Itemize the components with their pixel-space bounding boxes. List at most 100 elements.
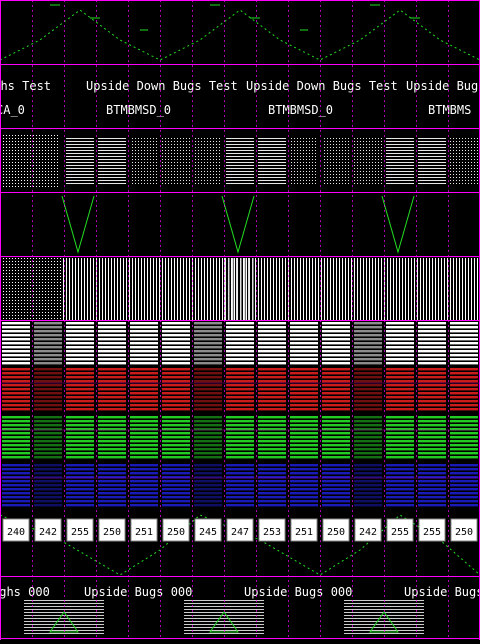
fine-pattern-block [450,136,478,186]
color-bar-cell-green [162,416,190,459]
label-band: ughs Test Upside Down Bugs Test Upside Dow… [0,66,480,128]
fine-pattern-block [290,136,318,186]
color-bar-cell-green [386,416,414,459]
value-box: 242 [354,518,382,542]
fine-pattern-block [194,136,222,186]
v-lines-band [0,194,480,256]
bottom-test-label: Upside Bugs [404,585,480,599]
color-bar-cell-green [418,416,446,459]
dot-grid-block [0,134,60,188]
color-bar-cell-white [354,322,382,365]
test-label-top: ughs Test [0,79,51,93]
test-label-code: BTMBMSD_0 [106,103,171,117]
color-bar-cell-white [386,322,414,365]
bottom-band: ughs 000 Upside Bugs 000 Upside Bugs 000 Up… [0,578,480,640]
test-label-top: Upside Down Bugs Test [86,79,238,93]
color-bar-cell-green [34,416,62,459]
value-box: 255 [418,518,446,542]
color-bar-cell-white [226,322,254,365]
value-box-label: 250 [167,527,185,538]
color-bar-cell-green [66,416,94,459]
value-box: 250 [98,518,126,542]
test-pattern-screen: ughs Test Upside Down Bugs Test Upside Dow… [0,0,480,640]
color-bar-cell-blue [2,464,30,507]
color-bar-cell-green [290,416,318,459]
fine-pattern-block [386,136,414,186]
value-box: 240 [2,518,30,542]
color-bar-cell-blue [418,464,446,507]
value-box-label: 255 [391,527,409,538]
fine-pattern-block [98,136,126,186]
value-box: 250 [162,518,190,542]
value-box-label: 240 [7,527,25,538]
color-bar-cell-white [322,322,350,365]
color-bar-cell-red [34,368,62,411]
color-bar-cell-red [66,368,94,411]
color-bar-cell-blue [34,464,62,507]
fine-pattern-block [130,136,158,186]
bottom-test-label: ughs 000 [0,585,50,599]
color-bar-cell-red [98,368,126,411]
color-bar-cell-green [194,416,222,459]
color-bar-cell-red [322,368,350,411]
test-label-code: BTMBMS [428,103,471,117]
color-bar-cell-red [162,368,190,411]
color-bar-cell-blue [130,464,158,507]
color-bar-cell-red [418,368,446,411]
color-bar-cell-green [226,416,254,459]
value-box: 250 [322,518,350,542]
value-box-label: 253 [263,527,281,538]
color-bar-cell-green [130,416,158,459]
test-pattern-canvas: ughs Test Upside Down Bugs Test Upside Dow… [0,0,480,640]
color-bar-cell-green [2,416,30,459]
test-label-code: BTMBMSD_0 [268,103,333,117]
value-box: 250 [450,518,478,542]
test-label-top: Upside Down Bugs Test [246,79,398,93]
value-box-label: 251 [135,527,153,538]
color-bar-cell-white [290,322,318,365]
color-bar-cell-red [354,368,382,411]
value-box: 245 [194,518,222,542]
fine-pattern-block [226,136,254,186]
fine-pattern-block [162,136,190,186]
color-bar-cell-red [2,368,30,411]
color-bar-cell-red [290,368,318,411]
color-bar-cell-white [66,322,94,365]
color-bar-cell-blue [226,464,254,507]
fine-pattern-block [258,136,286,186]
value-box: 255 [66,518,94,542]
color-bar-cell-blue [258,464,286,507]
fine-pattern-band [0,130,480,192]
value-box-label: 250 [455,527,473,538]
color-bar-cell-red [386,368,414,411]
value-box: 247 [226,518,254,542]
color-bar-cell-blue [386,464,414,507]
color-bar-grid [2,322,478,507]
value-box: 251 [290,518,318,542]
value-box-band: 240 242 255 250 251 250 245 247 253 251 250 242 255 2… [0,512,480,576]
color-bar-cell-red [194,368,222,411]
value-box-label: 250 [327,527,345,538]
color-bar-cell-blue [290,464,318,507]
top-sweep-band [0,0,480,64]
value-box-label: 245 [199,527,217,538]
fine-pattern-block [66,136,94,186]
bottom-test-label: Upside Bugs 000 [244,585,352,599]
color-bar-cell-red [130,368,158,411]
color-bar-cell-blue [354,464,382,507]
value-box: 242 [34,518,62,542]
color-bar-cell-green [98,416,126,459]
color-bar-cell-white [2,322,30,365]
value-box-label: 251 [295,527,313,538]
color-bar-cell-white [162,322,190,365]
fine-pattern-block [354,136,382,186]
color-bar-cell-white [418,322,446,365]
value-box: 255 [386,518,414,542]
color-bar-cell-white [98,322,126,365]
value-box-label: 247 [231,527,249,538]
test-label-code: CA_0 [0,103,25,117]
value-box-label: 242 [39,527,57,538]
value-box-label: 255 [423,527,441,538]
color-bar-cell-red [450,368,478,411]
value-box-label: 255 [71,527,89,538]
